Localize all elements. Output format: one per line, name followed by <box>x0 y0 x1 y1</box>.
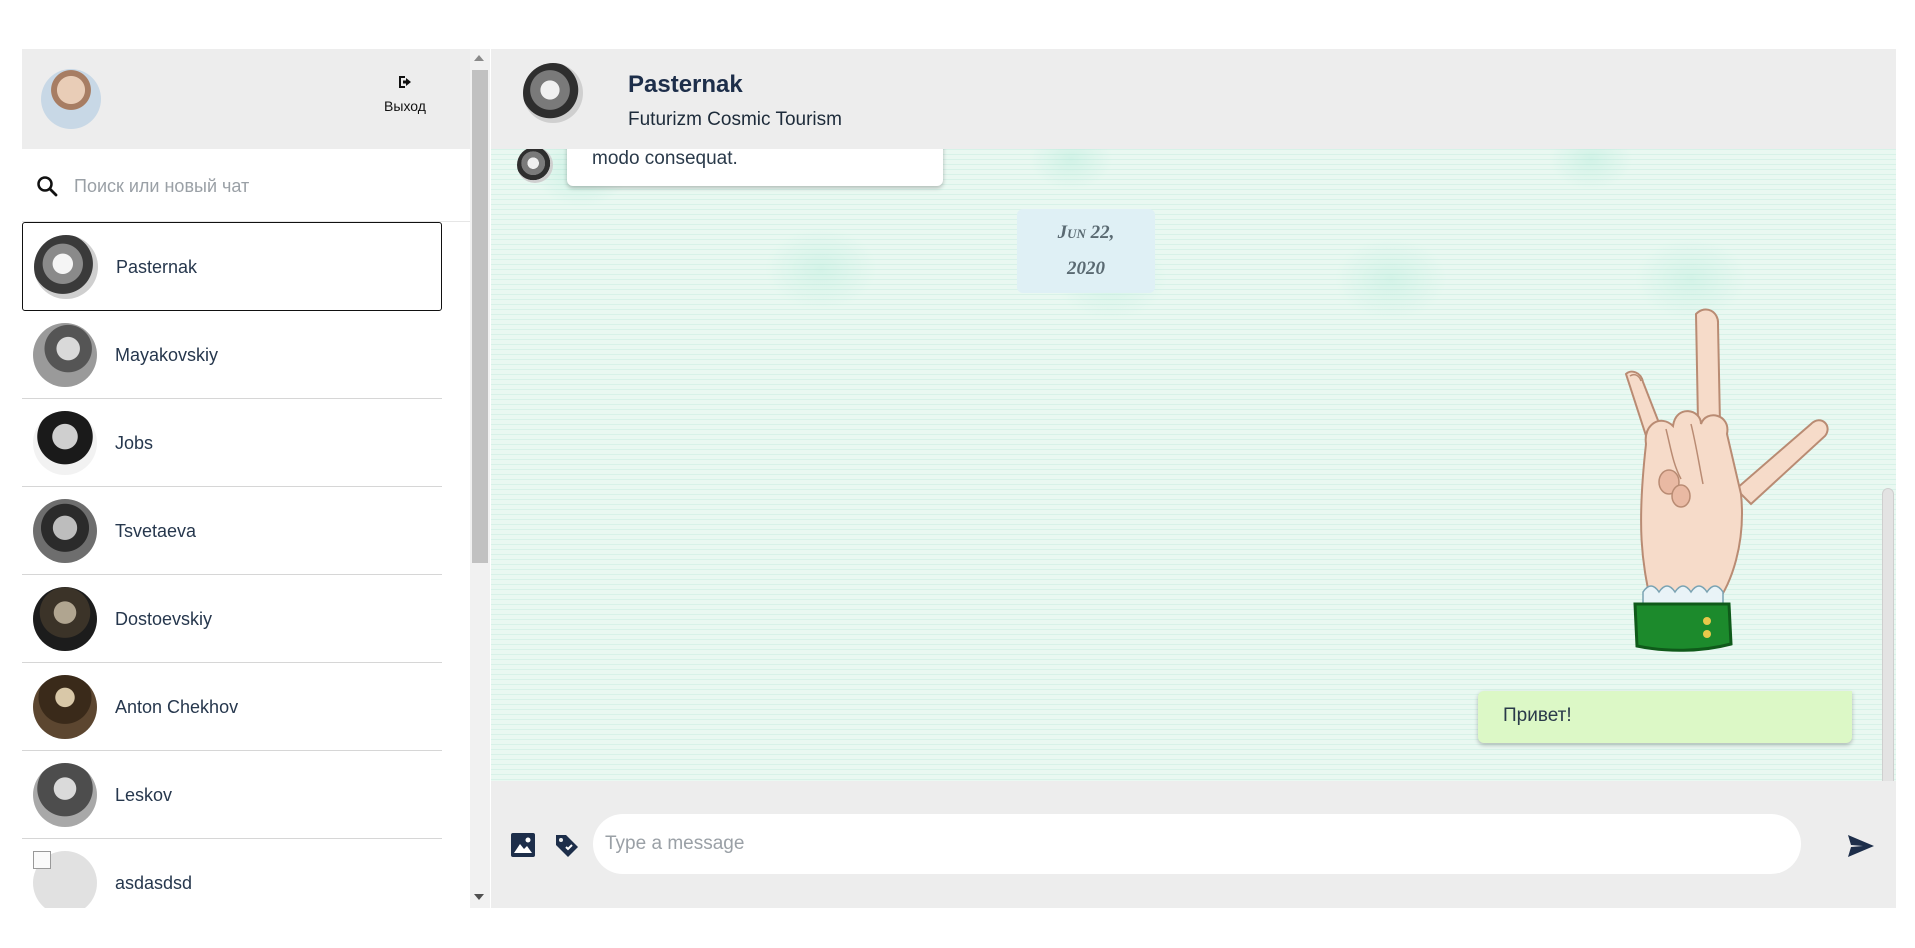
message-text: Привет! <box>1503 705 1572 726</box>
avatar <box>33 323 97 387</box>
contact-item-jobs[interactable]: Jobs <box>22 399 442 487</box>
message-input[interactable] <box>593 814 1801 874</box>
contact-item-anton-chekhov[interactable]: Anton Chekhov <box>22 663 442 751</box>
message-list: modo consequat. Jun 22, 2020 Привет! <box>491 149 1896 781</box>
contact-name: Jobs <box>115 433 154 453</box>
contact-item-asdasdsd[interactable]: asdasdsd <box>22 839 442 908</box>
chat-avatar[interactable] <box>523 63 583 123</box>
messenger-app: Выход Pasternak Mayakovskiy Jobs <box>22 49 1896 908</box>
contact-name: asdasdsd <box>115 873 193 893</box>
image-icon[interactable] <box>510 832 536 858</box>
avatar <box>33 499 97 563</box>
chat-subtitle: Futurizm Cosmic Tourism <box>628 109 842 130</box>
incoming-message: modo consequat. <box>567 149 943 186</box>
chat-panel: Pasternak Futurizm Cosmic Tourism modo c… <box>491 49 1896 908</box>
avatar <box>33 587 97 651</box>
message-composer <box>491 781 1896 908</box>
logout-button[interactable]: Выход <box>380 74 430 114</box>
chat-header: Pasternak Futurizm Cosmic Tourism <box>491 49 1896 149</box>
sidebar-scrollbar[interactable] <box>470 49 490 908</box>
broken-image-icon <box>33 851 51 869</box>
user-avatar[interactable] <box>41 69 101 129</box>
search-icon <box>37 176 58 197</box>
sidebar: Выход Pasternak Mayakovskiy Jobs <box>22 49 490 908</box>
message-text: modo consequat. <box>592 149 738 169</box>
contact-item-tsvetaeva[interactable]: Tsvetaeva <box>22 487 442 575</box>
contact-name: Mayakovskiy <box>115 345 219 365</box>
contact-name: Leskov <box>115 785 173 805</box>
chat-scrollbar[interactable] <box>1882 488 1894 781</box>
avatar <box>33 675 97 739</box>
date-line-2: 2020 <box>1067 258 1105 279</box>
contact-item-leskov[interactable]: Leskov <box>22 751 442 839</box>
scroll-up-arrow-icon[interactable] <box>474 55 484 61</box>
contact-name: Anton Chekhov <box>115 697 239 717</box>
date-separator: Jun 22, 2020 <box>1017 209 1155 293</box>
contact-list: Pasternak Mayakovskiy Jobs Tsvetaeva Dos… <box>22 222 442 908</box>
contact-item-dostoevskiy[interactable]: Dostoevskiy <box>22 575 442 663</box>
sidebar-header: Выход <box>22 49 470 149</box>
contact-name: Dostoevskiy <box>115 609 213 629</box>
contact-name: Pasternak <box>116 257 198 277</box>
rock-hand-sticker <box>1624 308 1829 652</box>
date-line-1: Jun 22, <box>1057 222 1115 243</box>
avatar <box>33 411 97 475</box>
search-input[interactable] <box>72 167 446 205</box>
contact-name: Tsvetaeva <box>115 521 197 541</box>
contact-item-pasternak[interactable]: Pasternak <box>22 222 442 311</box>
search-bar <box>22 149 470 222</box>
avatar <box>34 235 98 299</box>
chat-title: Pasternak <box>628 71 743 98</box>
scroll-down-arrow-icon[interactable] <box>474 894 484 900</box>
outgoing-message: Привет! <box>1478 691 1852 743</box>
sign-out-icon <box>380 74 430 92</box>
avatar <box>33 763 97 827</box>
contact-item-mayakovskiy[interactable]: Mayakovskiy <box>22 311 442 399</box>
send-icon[interactable] <box>1847 834 1875 858</box>
scroll-thumb[interactable] <box>472 70 488 563</box>
logout-label: Выход <box>384 98 426 114</box>
tag-icon[interactable] <box>553 832 581 860</box>
sender-avatar <box>517 149 553 183</box>
